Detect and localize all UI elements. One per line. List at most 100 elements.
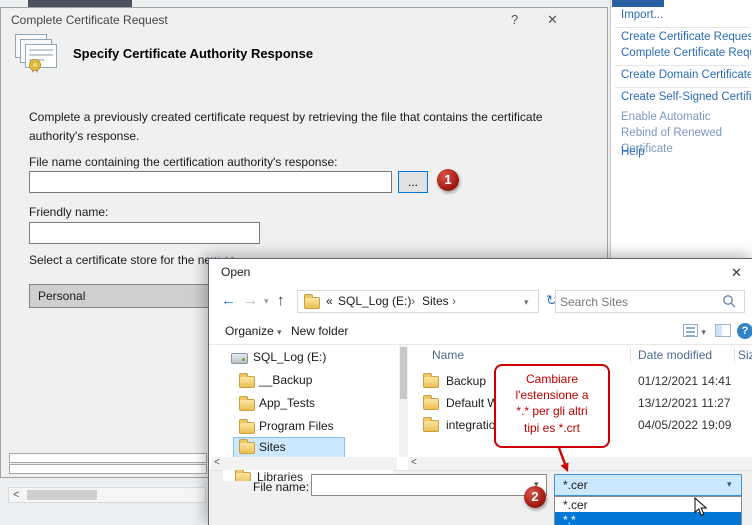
column-header-size[interactable]: Size bbox=[738, 348, 752, 362]
tree-item-app-tests[interactable]: App_Tests bbox=[209, 393, 399, 415]
panel-divider bbox=[615, 27, 749, 28]
file-type-option-all[interactable]: *.* bbox=[555, 512, 741, 525]
tree-item-label: SQL_Log (E:) bbox=[253, 350, 327, 364]
step-badge-2: 2 bbox=[524, 486, 546, 508]
tree-item-sql-log[interactable]: SQL_Log (E:) bbox=[209, 347, 399, 369]
tree-item-program-files[interactable]: Program Files bbox=[209, 416, 399, 438]
tree-item-backup[interactable]: __Backup bbox=[209, 370, 399, 392]
open-dialog-close-button[interactable]: ✕ bbox=[731, 265, 742, 281]
new-folder-button[interactable]: New folder bbox=[291, 324, 348, 338]
tree-item-label: Program Files bbox=[259, 419, 334, 433]
column-divider[interactable] bbox=[734, 348, 735, 363]
breadcrumb-prefix[interactable]: « bbox=[326, 294, 333, 308]
ca-response-file-input[interactable] bbox=[29, 171, 392, 193]
breadcrumb-dropdown-icon[interactable]: ▾ bbox=[524, 297, 529, 308]
scrollbar-thumb[interactable] bbox=[27, 490, 97, 500]
browse-button[interactable]: ... bbox=[398, 171, 428, 193]
preview-pane-button[interactable] bbox=[715, 324, 731, 338]
back-button[interactable]: ← bbox=[221, 292, 236, 309]
folder-icon bbox=[239, 439, 255, 454]
file-type-option-cer[interactable]: *.cer bbox=[555, 497, 741, 512]
scrollbar-thumb[interactable] bbox=[400, 347, 407, 399]
certificate-store-select[interactable]: Personal bbox=[29, 284, 210, 308]
breadcrumb-bar[interactable]: « SQL_Log (E:) › Sites › ▾ bbox=[297, 290, 539, 313]
scroll-left-arrow[interactable]: < bbox=[214, 457, 220, 468]
friendly-name-input[interactable] bbox=[29, 222, 260, 244]
folder-icon bbox=[239, 419, 255, 434]
organize-button[interactable]: Organize ▾ bbox=[225, 324, 282, 338]
file-name-field-label: File name: bbox=[253, 480, 310, 494]
file-name-label: File name containing the certification a… bbox=[29, 155, 338, 169]
file-type-dropdown: *.cer *.* bbox=[554, 496, 742, 525]
dialog-close-button[interactable]: ✕ bbox=[547, 12, 558, 28]
history-chevron-icon[interactable]: ▾ bbox=[264, 296, 269, 307]
folder-icon bbox=[423, 417, 439, 432]
background-titlebar-fragment bbox=[28, 0, 132, 7]
breadcrumb-item-sites[interactable]: Sites bbox=[422, 294, 449, 308]
navigation-pane: SQL_Log (E:) __Backup App_Tests Program … bbox=[209, 345, 399, 457]
panel-divider bbox=[615, 65, 749, 66]
search-box[interactable] bbox=[555, 290, 745, 313]
dialog-help-button[interactable]: ? bbox=[511, 12, 518, 27]
action-create-domain-certificate[interactable]: Create Domain Certificate... bbox=[621, 69, 751, 81]
location-folder-icon bbox=[304, 294, 320, 309]
file-date-modified: 01/12/2021 14:41 bbox=[638, 374, 732, 388]
chevron-down-icon: ▾ bbox=[701, 327, 706, 337]
action-create-self-signed-certificate[interactable]: Create Self-Signed Certificate... bbox=[621, 91, 751, 103]
dialog-heading: Specify Certificate Authority Response bbox=[73, 46, 314, 61]
column-header-date-modified[interactable]: Date modified bbox=[638, 348, 712, 362]
search-icon[interactable] bbox=[722, 294, 737, 312]
open-dialog: Open ✕ ← → ▾ ↑ « SQL_Log (E:) › Sites › … bbox=[208, 258, 752, 525]
up-button[interactable]: ↑ bbox=[277, 292, 285, 309]
column-divider[interactable] bbox=[630, 348, 631, 363]
certificates-icon bbox=[14, 33, 62, 76]
folder-icon bbox=[235, 470, 251, 481]
search-input[interactable] bbox=[560, 292, 715, 311]
folder-icon bbox=[239, 396, 255, 411]
action-help[interactable]: Help bbox=[621, 146, 645, 158]
action-create-certificate-request[interactable]: Create Certificate Request... bbox=[621, 31, 751, 43]
folder-icon bbox=[239, 373, 255, 388]
breadcrumb-separator-icon[interactable]: › bbox=[411, 294, 415, 308]
certificate-store-label: Select a certificate store for the new c… bbox=[29, 253, 236, 267]
breadcrumb-item-drive[interactable]: SQL_Log (E:) bbox=[338, 294, 411, 308]
friendly-name-label: Friendly name: bbox=[29, 205, 109, 219]
file-type-value: *.cer bbox=[563, 478, 588, 492]
chevron-down-icon: ▾ bbox=[277, 327, 282, 337]
screen: Complete Certificate Request ? ✕ Specify… bbox=[0, 0, 752, 525]
folder-icon bbox=[423, 373, 439, 388]
file-type-combobox[interactable]: *.cer ▾ bbox=[554, 474, 742, 496]
obscured-row-fragment bbox=[9, 453, 207, 463]
list-scrollbar-horizontal[interactable]: < bbox=[408, 457, 752, 470]
scroll-left-arrow[interactable]: < bbox=[13, 489, 19, 501]
folder-icon bbox=[423, 395, 439, 410]
tree-item-label: Sites bbox=[259, 440, 286, 454]
open-dialog-title: Open bbox=[221, 265, 251, 279]
action-complete-certificate-request[interactable]: Complete Certificate Request... bbox=[621, 47, 751, 59]
help-button[interactable]: ? bbox=[737, 323, 752, 339]
file-name-combobox[interactable]: ▾ bbox=[311, 474, 547, 496]
scroll-left-arrow[interactable]: < bbox=[411, 457, 417, 468]
step-badge-1: 1 bbox=[437, 169, 459, 191]
tree-item-label: __Backup bbox=[259, 373, 313, 387]
panel-divider bbox=[615, 87, 749, 88]
selected-action-fragment bbox=[612, 0, 664, 7]
file-name-input[interactable] bbox=[314, 476, 524, 494]
annotation-arrow bbox=[557, 447, 569, 472]
file-date-modified: 13/12/2021 11:27 bbox=[638, 396, 731, 410]
action-import[interactable]: Import... bbox=[621, 9, 663, 21]
background-horizontal-scrollbar[interactable]: < bbox=[8, 487, 206, 503]
tree-item-sites-selected[interactable]: Sites bbox=[233, 437, 345, 457]
tree-scrollbar-vertical[interactable] bbox=[399, 345, 408, 457]
view-options-button[interactable]: ▾ bbox=[683, 324, 706, 338]
forward-button[interactable]: → bbox=[243, 292, 258, 309]
list-view-icon bbox=[683, 324, 698, 337]
chevron-down-icon[interactable]: ▾ bbox=[727, 479, 732, 490]
breadcrumb-separator-icon[interactable]: › bbox=[452, 294, 456, 308]
tree-item-label: App_Tests bbox=[259, 396, 316, 410]
obscured-row-fragment bbox=[9, 464, 207, 474]
tree-scrollbar-horizontal[interactable]: < bbox=[211, 457, 397, 470]
organize-label: Organize bbox=[225, 324, 274, 338]
column-header-name[interactable]: Name bbox=[432, 348, 464, 362]
file-date-modified: 04/05/2022 19:09 bbox=[638, 418, 732, 432]
